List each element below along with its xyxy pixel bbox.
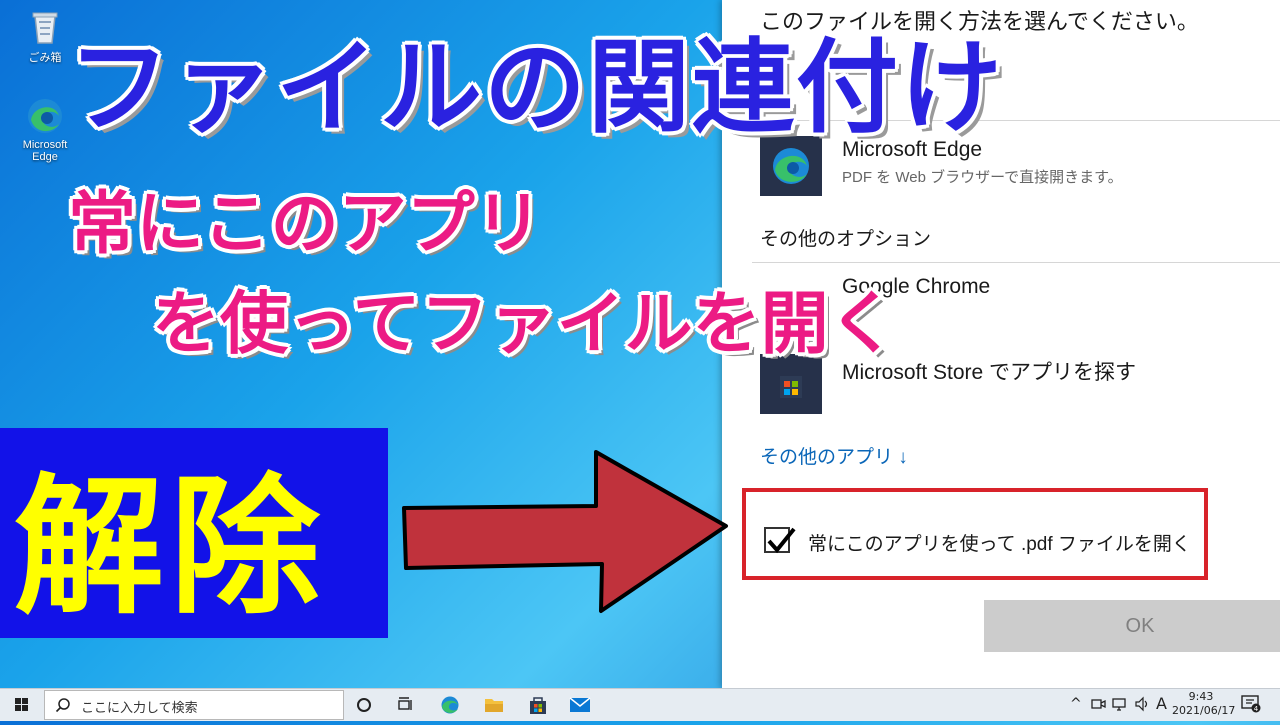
edge-icon — [441, 696, 459, 714]
recycle-bin-icon — [25, 6, 65, 46]
overlay-subtitle-line2: を使ってファイルを開く — [152, 285, 897, 364]
tray-volume-icon[interactable] — [1134, 696, 1150, 716]
edge-taskbar-button[interactable] — [432, 689, 468, 721]
svg-text:4: 4 — [1254, 705, 1259, 713]
task-view-icon — [398, 697, 412, 710]
file-explorer-icon — [485, 699, 503, 712]
always-use-label[interactable]: 常にこのアプリを使って .pdf ファイルを開く — [808, 529, 1191, 556]
start-button[interactable] — [0, 689, 44, 721]
search-placeholder: ここに入力して検索 — [81, 701, 198, 716]
cortana-button[interactable] — [346, 689, 382, 721]
mail-taskbar-button[interactable] — [562, 689, 598, 721]
tray-network-icon[interactable] — [1112, 696, 1128, 716]
taskbar: ここに入力して検索 ^ A 9:43 2021/06/17 4 — [0, 688, 1280, 721]
taskbar-search-box[interactable]: ここに入力して検索 — [44, 690, 344, 720]
divider — [752, 262, 1280, 263]
notification-icon[interactable]: 4 — [1240, 694, 1262, 718]
taskbar-clock[interactable]: 9:43 2021/06/17 — [1172, 690, 1236, 718]
other-options-heading: その他のオプション — [760, 229, 932, 250]
store-icon — [530, 697, 546, 714]
task-view-button[interactable] — [388, 689, 424, 721]
ok-button[interactable]: OK — [984, 600, 1280, 652]
checkmark-icon — [767, 527, 796, 554]
search-icon — [55, 698, 70, 713]
red-arrow-icon — [402, 450, 728, 613]
ime-indicator[interactable]: A — [1156, 694, 1167, 713]
mail-icon — [569, 697, 591, 712]
edge-app-description: PDF を Web ブラウザーで直接開きます。 — [842, 169, 1123, 186]
release-text: 解除 — [14, 461, 327, 635]
clock-time: 9:43 — [1188, 690, 1214, 703]
more-apps-link[interactable]: その他のアプリ ↓ — [760, 442, 908, 469]
overlay-subtitle-line1: 常にこのアプリ — [68, 185, 543, 264]
tray-chevron-up-icon[interactable]: ^ — [1070, 696, 1082, 712]
edge-icon — [25, 96, 65, 136]
always-use-checkbox[interactable] — [764, 527, 796, 554]
store-taskbar-button[interactable] — [520, 689, 556, 721]
clock-date: 2021/06/17 — [1172, 704, 1236, 717]
overlay-title: ファイルの関連付け — [68, 29, 1004, 148]
always-use-highlight: 常にこのアプリを使って .pdf ファイルを開く — [742, 488, 1208, 580]
windows-start-icon — [15, 698, 28, 711]
cortana-icon — [357, 698, 371, 712]
file-explorer-button[interactable] — [476, 689, 512, 721]
tray-meet-icon[interactable] — [1090, 696, 1106, 716]
